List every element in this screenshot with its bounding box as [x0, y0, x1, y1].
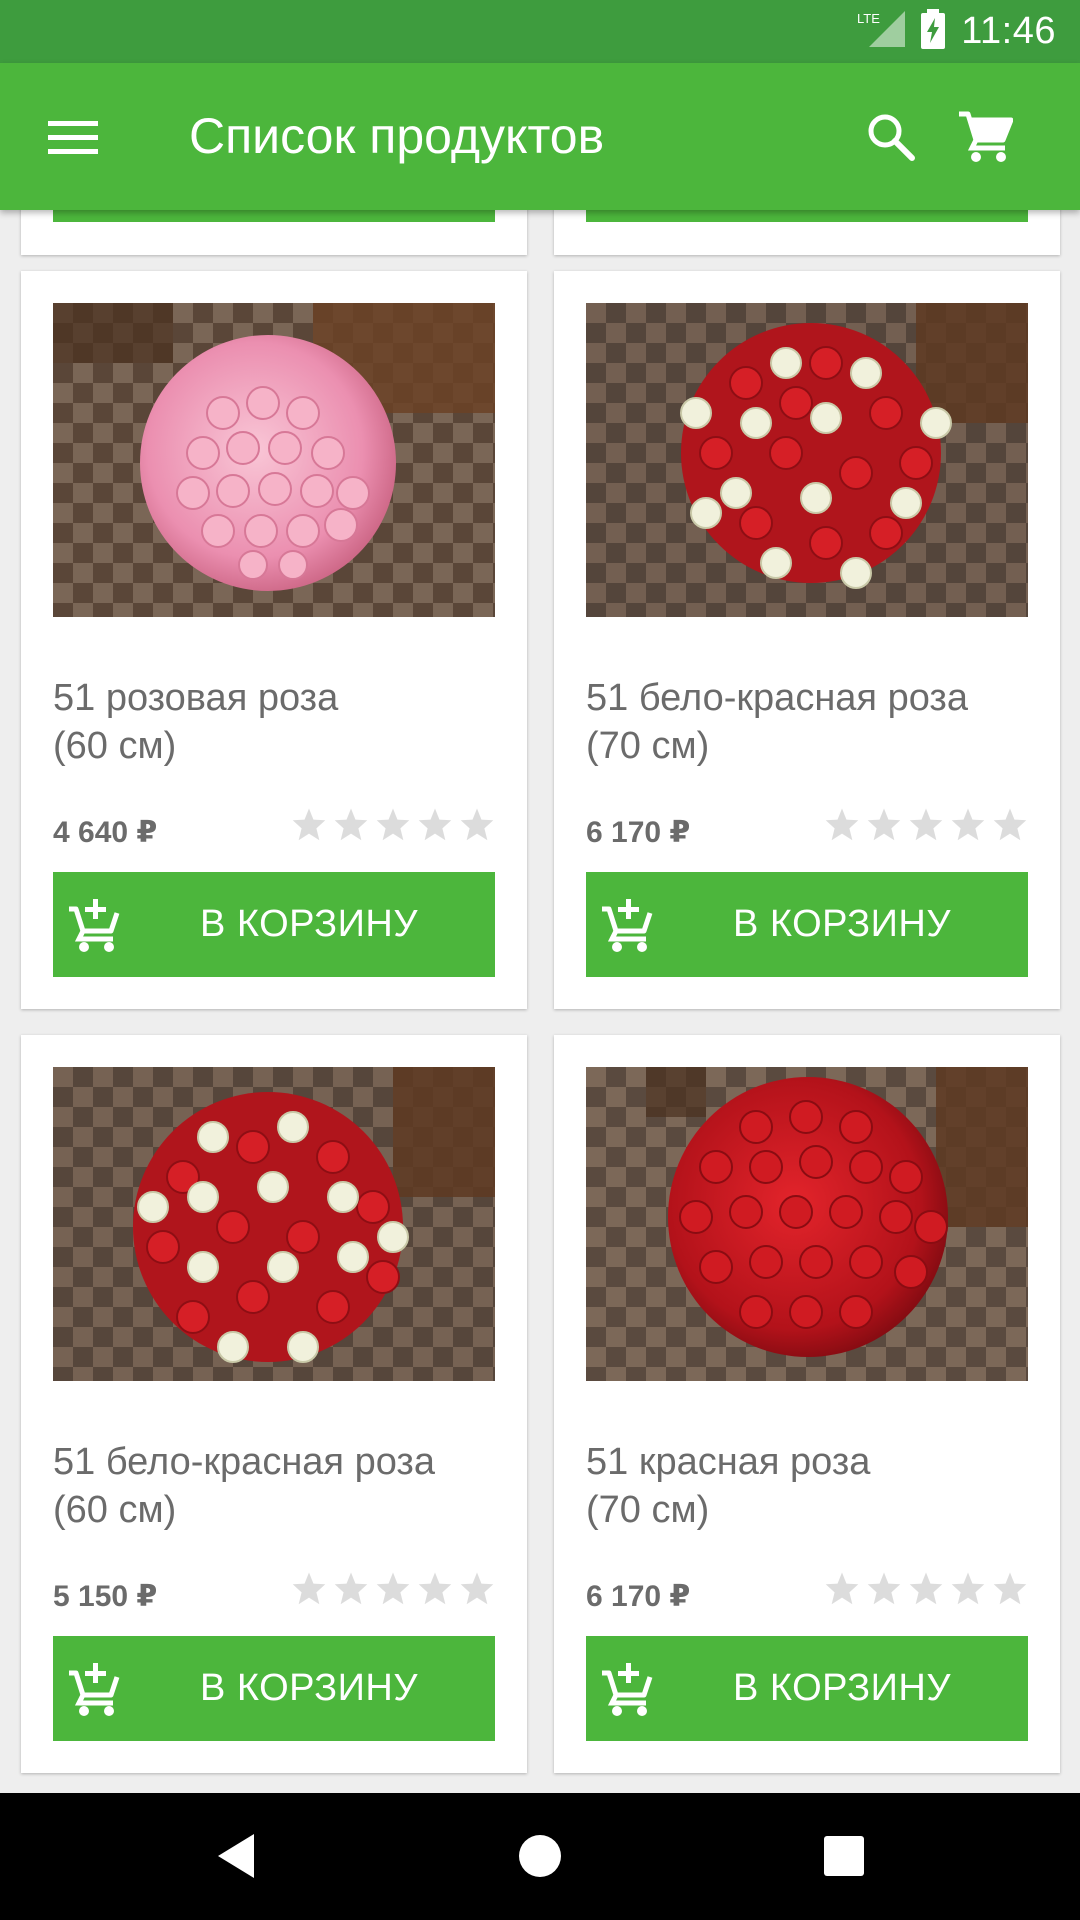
star-empty-icon	[909, 1572, 943, 1605]
product-price: 5 150 ₽	[53, 1580, 158, 1613]
product-name: 51 бело-красная роза (70 см)	[586, 677, 968, 767]
rating-stars[interactable]	[824, 807, 1028, 841]
rating-stars[interactable]	[291, 1571, 495, 1605]
add-to-cart-button[interactable]: В КОРЗИНУ	[586, 1636, 1028, 1741]
product-card-partial	[21, 210, 527, 255]
product-name: 51 розовая роза (60 см)	[53, 677, 339, 767]
product-name: 51 красная роза (70 см)	[586, 1441, 871, 1531]
add-to-cart-label: В КОРЗИНУ	[732, 903, 952, 945]
cart-button[interactable]	[952, 104, 1018, 170]
star-empty-icon	[334, 808, 368, 841]
add-to-cart-button[interactable]: В КОРЗИНУ	[53, 872, 495, 977]
star-empty-icon	[825, 1572, 859, 1605]
add-to-cart-button-partial[interactable]	[586, 210, 1028, 222]
add-to-cart-button[interactable]: В КОРЗИНУ	[586, 872, 1028, 977]
product-image-white-red-roses[interactable]	[53, 1067, 495, 1381]
product-price: 6 170 ₽	[586, 1580, 691, 1613]
star-empty-icon	[292, 1572, 326, 1605]
product-card[interactable]: 51 бело-красная роза (60 см) 5 150 ₽ В К…	[21, 1035, 527, 1773]
star-empty-icon	[334, 1572, 368, 1605]
product-image-pink-roses[interactable]	[53, 303, 495, 617]
star-empty-icon	[825, 808, 859, 841]
add-shopping-cart-icon	[602, 899, 653, 952]
add-shopping-cart-icon	[69, 1663, 120, 1716]
back-button[interactable]	[200, 1820, 272, 1892]
recents-button[interactable]	[808, 1820, 880, 1892]
add-to-cart-button-partial[interactable]	[53, 210, 495, 222]
add-to-cart-label: В КОРЗИНУ	[199, 903, 419, 945]
add-shopping-cart-icon	[69, 899, 120, 952]
star-empty-icon	[951, 1572, 985, 1605]
product-price: 6 170 ₽	[586, 816, 691, 849]
product-card-partial	[554, 210, 1060, 255]
rating-stars[interactable]	[824, 1571, 1028, 1605]
system-navigation-bar	[0, 1793, 1080, 1920]
product-card[interactable]: 51 розовая роза (60 см) 4 640 ₽ В КОРЗИН…	[21, 271, 527, 1009]
star-empty-icon	[292, 808, 326, 841]
product-name: 51 бело-красная роза (60 см)	[53, 1441, 435, 1531]
network-label: LTE	[857, 11, 880, 26]
star-empty-icon	[867, 1572, 901, 1605]
search-button[interactable]	[858, 104, 924, 170]
star-empty-icon	[867, 808, 901, 841]
menu-icon	[48, 121, 98, 154]
status-time: 11:46	[961, 10, 1056, 52]
status-bar: LTE 11:46	[0, 0, 1080, 63]
cart-icon	[959, 111, 1013, 162]
signal-icon: LTE	[855, 9, 906, 54]
product-price: 4 640 ₽	[53, 816, 158, 849]
rating-stars[interactable]	[291, 807, 495, 841]
home-button[interactable]	[504, 1820, 576, 1892]
add-to-cart-label: В КОРЗИНУ	[732, 1667, 952, 1709]
add-shopping-cart-icon	[602, 1663, 653, 1716]
star-empty-icon	[460, 808, 494, 841]
star-empty-icon	[418, 808, 452, 841]
page-title: Список продуктов	[189, 108, 605, 164]
add-to-cart-label: В КОРЗИНУ	[199, 1667, 419, 1709]
product-card[interactable]: 51 бело-красная роза (70 см) 6 170 ₽ В К…	[554, 271, 1060, 1009]
star-empty-icon	[418, 1572, 452, 1605]
product-card[interactable]: 51 красная роза (70 см) 6 170 ₽ В КОРЗИН…	[554, 1035, 1060, 1773]
star-empty-icon	[460, 1572, 494, 1605]
star-empty-icon	[376, 1572, 410, 1605]
product-list[interactable]: 51 розовая роза (60 см) 4 640 ₽ В КОРЗИН…	[0, 210, 1080, 1793]
star-empty-icon	[909, 808, 943, 841]
star-empty-icon	[951, 808, 985, 841]
product-image-red-roses[interactable]	[586, 1067, 1028, 1381]
battery-charging-icon	[919, 9, 947, 54]
search-icon	[868, 114, 915, 161]
star-empty-icon	[993, 1572, 1027, 1605]
app-bar: Список продуктов	[0, 63, 1080, 210]
recents-square-icon	[824, 1836, 864, 1876]
menu-button[interactable]	[40, 104, 106, 170]
add-to-cart-button[interactable]: В КОРЗИНУ	[53, 1636, 495, 1741]
back-triangle-icon	[218, 1834, 254, 1878]
star-empty-icon	[376, 808, 410, 841]
star-empty-icon	[993, 808, 1027, 841]
home-circle-icon	[519, 1835, 561, 1877]
product-image-white-red-roses[interactable]	[586, 303, 1028, 617]
